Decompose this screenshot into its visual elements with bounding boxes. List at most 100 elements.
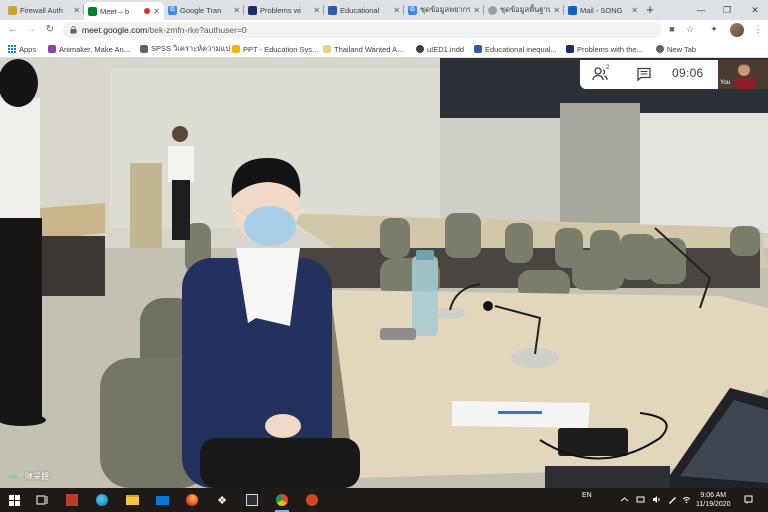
pen-icon[interactable]	[668, 495, 677, 504]
restore-window-button[interactable]: ❐	[720, 3, 734, 17]
calculator-app-icon	[66, 494, 78, 506]
bookmark-uied1[interactable]: uIED1.indd	[416, 43, 468, 55]
tab-thai-basic-data[interactable]: ชุดข้อมูลพื้นฐานข ✕	[484, 2, 564, 18]
close-tab-icon[interactable]: ✕	[631, 6, 638, 15]
meet-favicon	[88, 6, 97, 16]
folder-icon	[125, 495, 139, 505]
speaker-name-label: 陳采體	[25, 472, 49, 481]
google-favicon: G	[168, 5, 177, 15]
tab-problems[interactable]: Problems wi ✕	[244, 2, 324, 18]
meeting-clock: 09:06	[672, 66, 704, 80]
taskbar-file-explorer[interactable]	[124, 492, 140, 508]
apps-grid-icon	[8, 45, 16, 53]
windows-taskbar: ❖ EN 9:06 AM 11/19/2020	[0, 488, 768, 512]
mail-favicon	[568, 5, 577, 15]
volume-icon[interactable]	[652, 495, 661, 504]
profile-avatar[interactable]	[730, 23, 744, 37]
tab-thai-dataset[interactable]: G ชุดข้อมูลพยากร ✕	[404, 2, 484, 18]
bookmark-new-tab[interactable]: New Tab	[656, 43, 706, 55]
extensions-icon[interactable]: ✦	[708, 23, 720, 35]
bookmark-star-icon[interactable]: ☆	[684, 23, 696, 35]
firewall-favicon	[8, 5, 17, 15]
forward-button[interactable]: →	[24, 23, 38, 37]
mail-app-icon	[155, 495, 169, 505]
doc-favicon	[328, 5, 337, 15]
system-clock[interactable]: 9:06 AM 11/19/2020	[696, 491, 731, 509]
tab-firewall-auth[interactable]: Firewall Auth ✕	[4, 2, 84, 18]
tab-educational[interactable]: Educational ✕	[324, 2, 404, 18]
close-window-button[interactable]: ✕	[748, 3, 762, 17]
url-text: meet.google.com/bek-zmfn-rke?authuser=0	[82, 25, 247, 35]
camera-in-use-icon[interactable]: ■	[666, 23, 678, 35]
self-view-label: You	[720, 80, 731, 86]
close-tab-icon[interactable]: ✕	[313, 6, 320, 15]
bookmark-spss[interactable]: SPSS วิเคราะห์ความแปร...	[140, 43, 230, 55]
windows-logo-icon	[8, 494, 20, 506]
globe-icon	[656, 45, 664, 53]
close-tab-icon[interactable]: ✕	[553, 6, 560, 15]
bookmark-ppt[interactable]: PPT - Education Sys...	[232, 43, 318, 55]
minimize-window-button[interactable]: —	[694, 3, 708, 17]
presentation-app-icon	[246, 494, 258, 506]
bookmark-educational-inequality[interactable]: Educational inequal...	[474, 43, 560, 55]
audio-level-icon	[8, 475, 18, 479]
task-view-icon	[36, 495, 48, 505]
menu-kebab-icon[interactable]: ⋮	[752, 23, 764, 35]
edge-browser-icon	[96, 494, 108, 506]
tab-google-translate[interactable]: G Google Tran ✕	[164, 2, 244, 18]
close-tab-icon[interactable]: ✕	[153, 7, 160, 16]
address-bar[interactable]: meet.google.com/bek-zmfn-rke?authuser=0	[62, 22, 662, 38]
taskbar-mail[interactable]	[154, 492, 170, 508]
tab-mail[interactable]: Mail - SONG ✕	[564, 2, 642, 18]
spss-icon	[140, 45, 148, 53]
tab-strip: Firewall Auth ✕ Meet – b ✕ G Google Tran…	[0, 0, 768, 20]
doc-icon	[566, 45, 574, 53]
taskbar-presentation[interactable]	[244, 492, 260, 508]
classroom-scene	[0, 58, 768, 488]
firefox-icon	[186, 494, 198, 506]
powerpoint-icon	[306, 494, 318, 506]
dropbox-icon: ❖	[217, 494, 227, 507]
bookmark-thailand-wanted[interactable]: Thailand Wanted A...	[323, 43, 409, 55]
reload-button[interactable]: ↻	[43, 23, 57, 37]
doc-icon	[474, 45, 482, 53]
input-language[interactable]: EN	[582, 492, 592, 499]
new-tab-button[interactable]: +	[643, 3, 657, 17]
tab-meet[interactable]: Meet – b ✕	[84, 2, 164, 20]
ppt-icon	[232, 45, 240, 53]
bookmark-animaker[interactable]: Animaker, Make An...	[48, 43, 134, 55]
back-button[interactable]: ←	[6, 23, 20, 37]
clock-date: 11/19/2020	[696, 501, 731, 508]
close-tab-icon[interactable]: ✕	[233, 6, 240, 15]
wifi-icon[interactable]	[682, 495, 691, 504]
participant-count: 2	[606, 65, 610, 71]
chrome-icon	[276, 494, 288, 506]
close-tab-icon[interactable]: ✕	[393, 6, 400, 15]
close-tab-icon[interactable]: ✕	[73, 6, 80, 15]
tray-overflow-icon[interactable]	[620, 495, 629, 504]
meet-video-feed: 陳采體	[0, 58, 768, 488]
web-favicon	[488, 5, 497, 15]
pdf-icon	[416, 45, 424, 53]
lock-icon	[70, 26, 77, 34]
bookmarks-bar: Apps Animaker, Make An... SPSS วิเคราะห์…	[0, 40, 768, 58]
start-button[interactable]	[6, 492, 22, 508]
web-icon	[323, 45, 331, 53]
bookmark-apps[interactable]: Apps	[8, 43, 48, 55]
bookmark-problems-with[interactable]: Problems with the...	[566, 43, 650, 55]
browser-toolbar: ← → ↻ meet.google.com/bek-zmfn-rke?authu…	[0, 20, 768, 40]
taskbar-dropbox[interactable]: ❖	[214, 492, 230, 508]
doc-favicon	[248, 5, 257, 15]
recording-indicator-icon	[144, 8, 151, 14]
chat-icon[interactable]	[636, 67, 652, 81]
taskbar-edge[interactable]	[94, 492, 110, 508]
taskbar-calculator[interactable]	[64, 492, 80, 508]
google-favicon: G	[408, 5, 417, 15]
notifications-icon[interactable]	[744, 495, 753, 504]
taskbar-firefox[interactable]	[184, 492, 200, 508]
taskbar-chrome[interactable]	[274, 492, 290, 512]
task-view-button[interactable]	[34, 492, 50, 508]
network-icon[interactable]	[636, 495, 645, 504]
close-tab-icon[interactable]: ✕	[473, 6, 480, 15]
taskbar-powerpoint[interactable]	[304, 492, 320, 508]
